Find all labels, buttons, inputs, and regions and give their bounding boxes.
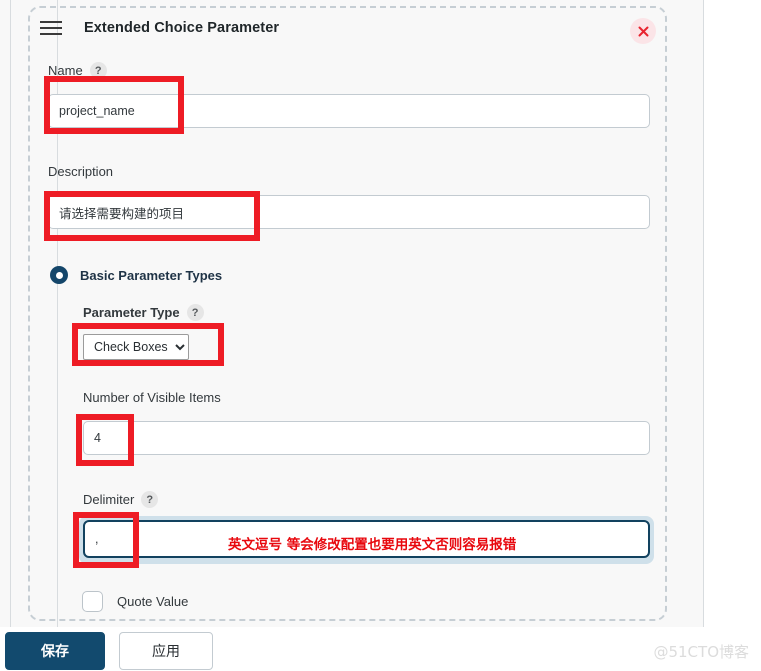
panel-title: Extended Choice Parameter <box>84 20 280 36</box>
parameter-type-help-icon[interactable]: ? <box>186 304 204 321</box>
guide-line-right <box>703 0 704 627</box>
delimiter-label-text: Delimiter <box>83 492 135 507</box>
hamburger-icon[interactable] <box>40 21 62 35</box>
description-label-text: Description <box>48 164 114 179</box>
name-label: Name ? <box>48 62 107 79</box>
number-visible-items-label: Number of Visible Items <box>83 390 221 405</box>
number-visible-items-label-text: Number of Visible Items <box>83 390 221 405</box>
parameter-type-label: Parameter Type ? <box>83 304 204 321</box>
close-icon <box>638 26 648 36</box>
panel-header: Extended Choice Parameter <box>40 20 279 36</box>
delimiter-help-icon[interactable]: ? <box>141 491 159 508</box>
basic-parameter-types-label: Basic Parameter Types <box>80 267 223 283</box>
quote-value-checkbox-row[interactable]: Quote Value <box>82 591 188 612</box>
action-bar: 保存 应用 <box>0 627 761 671</box>
description-input[interactable] <box>48 195 650 229</box>
parameter-type-select[interactable]: Check Boxes <box>83 334 189 360</box>
screen-root: Extended Choice Parameter Name ? Descrip… <box>0 0 761 671</box>
delimiter-annotation-text: 英文逗号 等会修改配置也要用英文否则容易报错 <box>228 537 517 553</box>
basic-parameter-types-radio[interactable]: Basic Parameter Types <box>50 266 222 284</box>
description-label: Description <box>48 164 113 179</box>
radio-selected-icon <box>50 266 68 284</box>
quote-value-checkbox[interactable] <box>82 591 103 612</box>
quote-value-label: Quote Value <box>117 594 189 609</box>
watermark: @51CTO博客 <box>653 643 749 661</box>
name-help-icon[interactable]: ? <box>89 62 107 79</box>
name-input[interactable] <box>48 94 650 128</box>
save-button[interactable]: 保存 <box>5 632 105 670</box>
close-button[interactable] <box>630 18 656 44</box>
parameter-type-label-text: Parameter Type <box>83 305 180 320</box>
guide-line-left <box>10 0 11 627</box>
number-visible-items-input[interactable] <box>83 421 650 455</box>
name-label-text: Name <box>48 63 83 78</box>
delimiter-label: Delimiter ? <box>83 491 159 508</box>
apply-button[interactable]: 应用 <box>119 632 213 670</box>
